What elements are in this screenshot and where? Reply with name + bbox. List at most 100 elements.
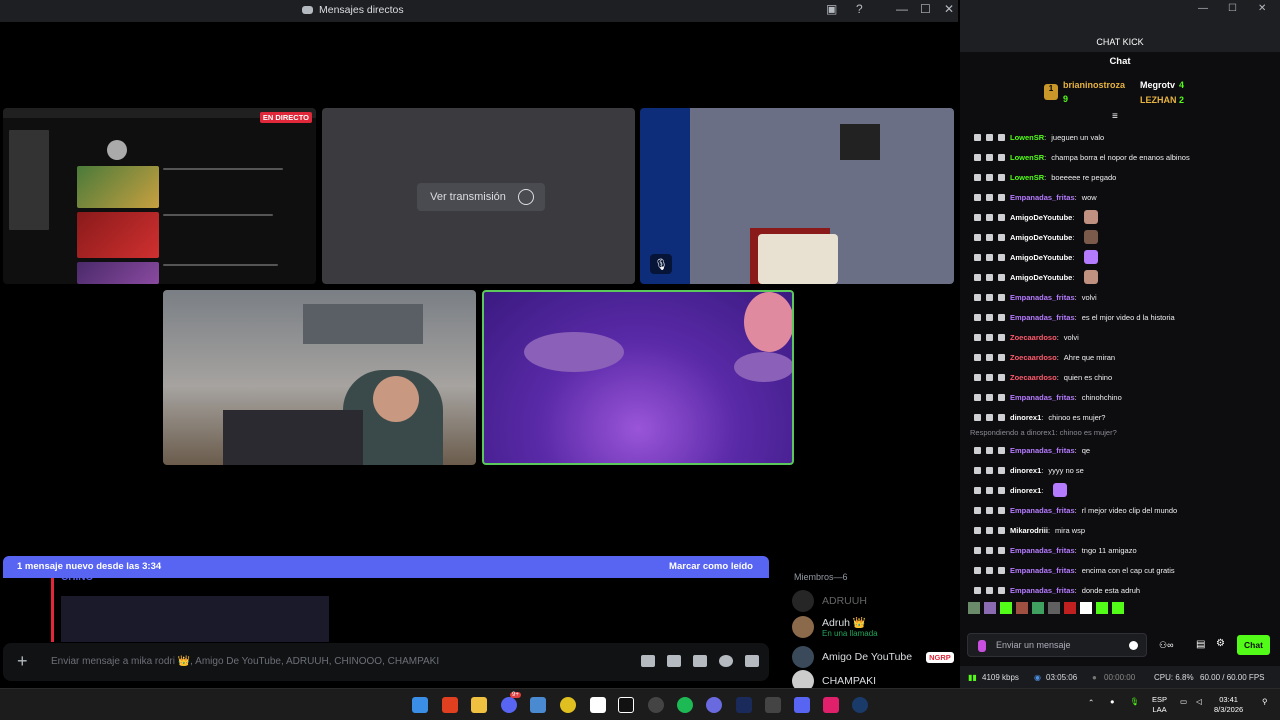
window-title: Mensajes directos bbox=[319, 4, 404, 16]
inbox-icon[interactable]: ▣ bbox=[826, 2, 837, 16]
apps-icon[interactable] bbox=[745, 655, 759, 667]
help-icon[interactable]: ? bbox=[856, 2, 863, 16]
discord-icon[interactable] bbox=[501, 697, 517, 713]
brave-icon[interactable] bbox=[442, 697, 458, 713]
chat-username[interactable]: AmigoDeYoutube bbox=[1010, 213, 1072, 222]
chat-message: Empanadas_fritas: rl mejor video clip del… bbox=[974, 500, 1177, 520]
emote-button[interactable] bbox=[1096, 602, 1108, 614]
avatar bbox=[792, 590, 814, 612]
chat-username[interactable]: Zoecaardoso bbox=[1010, 333, 1057, 342]
tiktok-live-icon[interactable] bbox=[823, 697, 839, 713]
chat-username[interactable]: Empanadas_fritas bbox=[1010, 546, 1075, 555]
emote-button[interactable] bbox=[1000, 602, 1012, 614]
windows-start-icon[interactable] bbox=[412, 697, 428, 713]
emote-button[interactable] bbox=[984, 602, 996, 614]
tiktok-icon[interactable] bbox=[618, 697, 634, 713]
emote-button[interactable] bbox=[1064, 602, 1076, 614]
upload-plus-icon[interactable]: + bbox=[17, 651, 28, 672]
emoji-icon[interactable] bbox=[1129, 641, 1138, 650]
new-messages-bar[interactable]: 1 mensaje nuevo desde las 3:34 Marcar co… bbox=[3, 556, 769, 578]
app-icon[interactable] bbox=[765, 697, 781, 713]
stream-preview-tile[interactable]: Ver transmisión bbox=[322, 108, 635, 284]
gift-icon[interactable]: ▤ bbox=[1196, 639, 1205, 650]
photos-icon[interactable] bbox=[530, 697, 546, 713]
gift-icon[interactable] bbox=[641, 655, 655, 667]
file-explorer-icon[interactable] bbox=[471, 697, 487, 713]
screen-share-tile[interactable]: EN DIRECTO bbox=[3, 108, 316, 284]
pin-icon[interactable]: ≡ bbox=[1112, 111, 1118, 122]
chat-username[interactable]: Empanadas_fritas bbox=[1010, 446, 1075, 455]
chat-username[interactable]: Zoecaardoso bbox=[1010, 373, 1057, 382]
mark-read-button[interactable]: Marcar como leído bbox=[669, 561, 753, 572]
app-icon[interactable] bbox=[794, 697, 810, 713]
chat-username[interactable]: AmigoDeYoutube bbox=[1010, 253, 1072, 262]
chevron-up-icon[interactable]: ⌃ bbox=[1088, 698, 1094, 708]
chat-username[interactable]: dinorex1 bbox=[1010, 486, 1041, 495]
chat-username[interactable]: Mikarodriii bbox=[1010, 526, 1048, 535]
mic-icon[interactable] bbox=[978, 640, 986, 652]
maximize-button[interactable]: ☐ bbox=[1228, 3, 1237, 14]
camera-tile[interactable]: 🎙 bbox=[640, 108, 954, 284]
member-item[interactable]: Amigo De YouTube NGRP bbox=[792, 646, 954, 668]
close-button[interactable]: ✕ bbox=[1258, 3, 1266, 14]
leader-name[interactable]: LEZHAN bbox=[1140, 95, 1177, 105]
member-status: En una llamada bbox=[822, 629, 878, 638]
chat-username[interactable]: Empanadas_fritas bbox=[1010, 293, 1075, 302]
badge-icon bbox=[986, 213, 993, 221]
chat-username[interactable]: Empanadas_fritas bbox=[1010, 506, 1075, 515]
game-share-tile[interactable] bbox=[482, 290, 794, 465]
app-tray-icon[interactable]: ● bbox=[1110, 697, 1115, 707]
emote-button[interactable] bbox=[1016, 602, 1028, 614]
volume-icon[interactable]: ◁ bbox=[1196, 697, 1202, 707]
sticker-icon[interactable] bbox=[693, 655, 707, 667]
mic-tray-icon[interactable]: 🎙 bbox=[1130, 697, 1140, 707]
app-icon[interactable] bbox=[648, 697, 664, 713]
capcut-icon[interactable] bbox=[590, 697, 606, 713]
notifications-icon[interactable]: ⚲ bbox=[1262, 697, 1268, 707]
emote-button[interactable] bbox=[1032, 602, 1044, 614]
spotify-icon[interactable] bbox=[677, 697, 693, 713]
chat-username[interactable]: LowenSR bbox=[1010, 153, 1044, 162]
send-chat-button[interactable]: Chat bbox=[1237, 635, 1270, 655]
chat-username[interactable]: Empanadas_fritas bbox=[1010, 193, 1075, 202]
chat-username[interactable]: Empanadas_fritas bbox=[1010, 313, 1075, 322]
language-indicator[interactable]: ESP LAA bbox=[1152, 695, 1167, 715]
chat-message: Zoecaardoso: quien es chino bbox=[974, 367, 1112, 387]
minimize-button[interactable]: — bbox=[1198, 3, 1208, 14]
message-image[interactable] bbox=[61, 596, 329, 642]
chat-username[interactable]: dinorex1 bbox=[1010, 466, 1041, 475]
photoshop-icon[interactable] bbox=[736, 697, 752, 713]
chat-username[interactable]: Zoecaardoso bbox=[1010, 353, 1057, 362]
emoji-icon[interactable] bbox=[719, 655, 733, 667]
chat-username[interactable]: AmigoDeYoutube bbox=[1010, 233, 1072, 242]
chat-input[interactable]: Enviar un mensaje bbox=[967, 633, 1147, 657]
settings-icon[interactable]: ⚙ bbox=[1216, 638, 1225, 649]
chat-username[interactable]: AmigoDeYoutube bbox=[1010, 273, 1072, 282]
chat-username[interactable]: LowenSR bbox=[1010, 133, 1044, 142]
chat-username[interactable]: Empanadas_fritas bbox=[1010, 586, 1075, 595]
chat-username[interactable]: Empanadas_fritas bbox=[1010, 566, 1075, 575]
member-item[interactable]: ADRUUH bbox=[792, 590, 867, 612]
camera-tile[interactable] bbox=[163, 290, 476, 465]
emote-button[interactable] bbox=[1048, 602, 1060, 614]
chat-username[interactable]: Empanadas_fritas bbox=[1010, 393, 1075, 402]
clock[interactable]: 03:41 8/3/2026 bbox=[1214, 695, 1243, 715]
leader-name[interactable]: Megrotv bbox=[1140, 80, 1175, 90]
emote-button[interactable] bbox=[1112, 602, 1124, 614]
steam-icon[interactable] bbox=[852, 697, 868, 713]
maximize-button[interactable]: ☐ bbox=[920, 2, 931, 16]
leader-name[interactable]: brianinostroza bbox=[1063, 80, 1125, 90]
close-button[interactable]: ✕ bbox=[944, 2, 954, 16]
loop-icon[interactable]: ⚇∞ bbox=[1159, 640, 1173, 651]
network-icon[interactable]: ▭ bbox=[1180, 697, 1187, 707]
gif-icon[interactable] bbox=[667, 655, 681, 667]
minimize-button[interactable]: — bbox=[896, 2, 908, 16]
member-item[interactable]: Adruh 👑 En una llamada bbox=[792, 616, 878, 638]
emote-button[interactable] bbox=[968, 602, 980, 614]
app-icon[interactable] bbox=[560, 697, 576, 713]
message-input[interactable]: + Enviar mensaje a mika rodri 👑, Amigo D… bbox=[3, 643, 769, 681]
emote-button[interactable] bbox=[1080, 602, 1092, 614]
obs-icon[interactable] bbox=[706, 697, 722, 713]
chat-username[interactable]: LowenSR bbox=[1010, 173, 1044, 182]
chat-username[interactable]: dinorex1 bbox=[1010, 413, 1041, 422]
